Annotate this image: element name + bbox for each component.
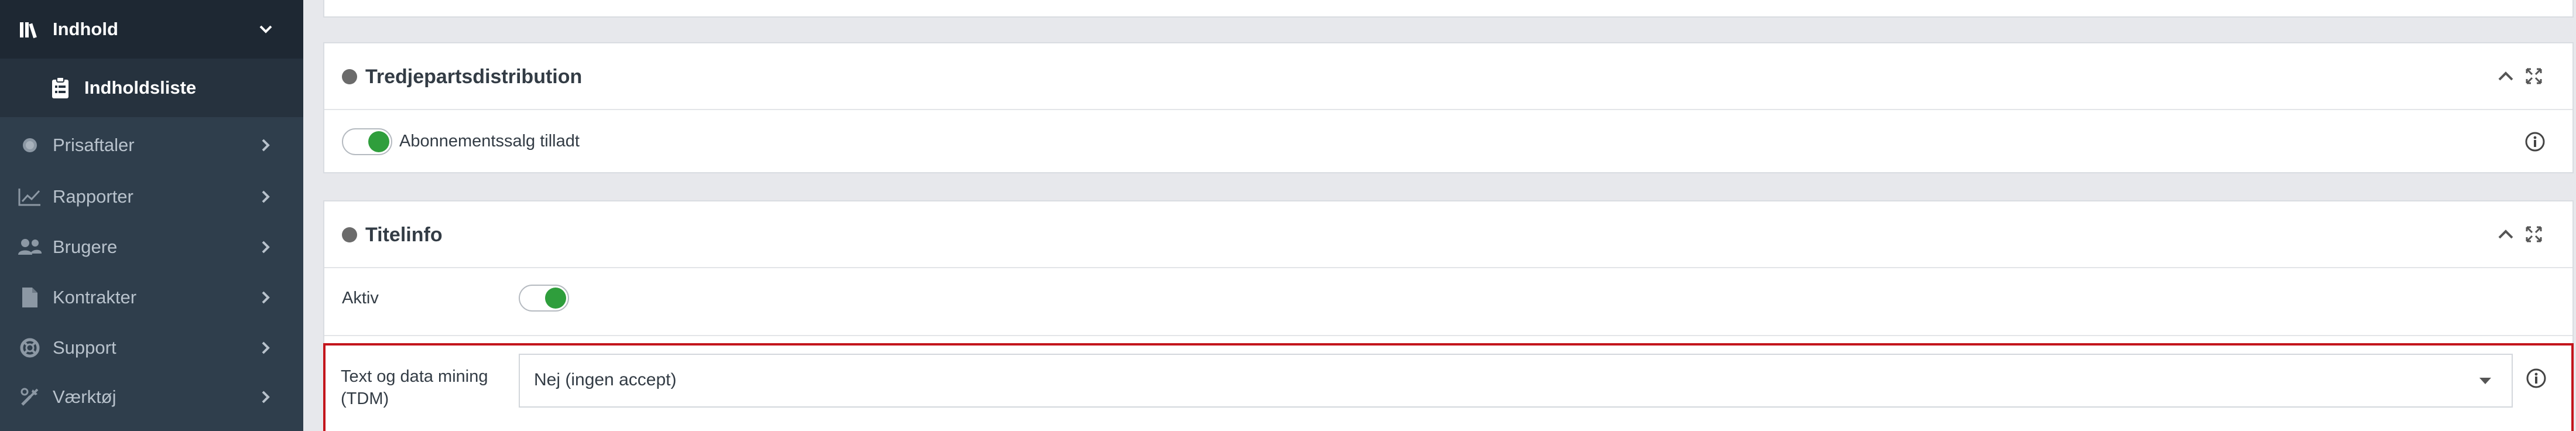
sidebar-item-rapporter[interactable]: Rapporter: [0, 169, 303, 225]
active-toggle[interactable]: [519, 285, 569, 312]
status-dot-icon: [342, 227, 357, 242]
line-chart-icon: [18, 184, 42, 209]
panel-header: Titelinfo: [324, 201, 2572, 268]
subscription-label: Abonnementssalg tilladt: [399, 132, 580, 150]
chevron-right-icon: [258, 189, 274, 205]
sidebar-item-indhold[interactable]: Indhold: [0, 0, 303, 59]
lifebuoy-icon: [18, 336, 42, 360]
sidebar-item-label: Brugere: [53, 237, 118, 257]
sidebar-item-prisaftaler[interactable]: Prisaftaler: [0, 117, 303, 173]
sidebar-item-label: Support: [53, 337, 117, 358]
sidebar-item-vaerktoej[interactable]: Værktøj: [0, 369, 303, 425]
info-icon[interactable]: [2524, 367, 2548, 390]
third-party-panel: Tredjepartsdistribution Abonnementssalg …: [323, 42, 2574, 173]
chevron-right-icon: [258, 340, 274, 356]
file-icon: [18, 285, 42, 310]
info-icon[interactable]: [2523, 130, 2547, 153]
tdm-select[interactable]: Nej (ingen accept): [519, 354, 2513, 408]
expand-icon[interactable]: [2522, 223, 2546, 246]
sidebar-item-support[interactable]: Support: [0, 320, 303, 376]
coins-icon: [18, 133, 42, 158]
previous-panel: [323, 0, 2574, 18]
divider: [324, 335, 2572, 336]
sidebar: Indhold Indholdsliste Prisaftaler Rappor…: [0, 0, 303, 431]
sidebar-item-brugere[interactable]: Brugere: [0, 219, 303, 275]
panel-title: Tredjepartsdistribution: [365, 66, 583, 88]
chevron-right-icon: [258, 289, 274, 306]
chevron-right-icon: [258, 137, 274, 153]
chevron-right-icon: [258, 239, 274, 255]
sidebar-item-label: Kontrakter: [53, 287, 137, 307]
chevron-down-icon: [258, 21, 274, 37]
subscription-toggle[interactable]: [342, 128, 392, 155]
tdm-row: Text og data mining (TDM) Nej (ingen acc…: [323, 343, 2574, 431]
tools-icon: [18, 385, 42, 409]
users-icon: [18, 235, 42, 259]
sidebar-item-label: Rapporter: [53, 186, 133, 207]
sidebar-item-label: Prisaftaler: [53, 135, 135, 155]
panel-header: Tredjepartsdistribution: [324, 43, 2572, 110]
toggle-knob: [545, 288, 566, 309]
sidebar-item-indholdsliste[interactable]: Indholdsliste: [0, 59, 303, 117]
toggle-knob: [368, 131, 389, 152]
active-label: Aktiv: [342, 289, 379, 307]
chevron-up-icon[interactable]: [2494, 64, 2517, 88]
sidebar-item-label: Indhold: [53, 19, 118, 39]
tdm-label: Text og data mining (TDM): [341, 367, 488, 408]
caret-down-icon: [2476, 372, 2494, 390]
status-dot-icon: [342, 69, 357, 84]
chevron-right-icon: [258, 389, 274, 405]
sidebar-item-kontrakter[interactable]: Kontrakter: [0, 269, 303, 326]
tdm-select-value: Nej (ingen accept): [534, 370, 677, 389]
clipboard-list-icon: [48, 76, 73, 100]
sidebar-item-label: Værktøj: [53, 386, 117, 407]
expand-icon[interactable]: [2522, 64, 2546, 88]
library-icon: [18, 17, 42, 42]
chevron-up-icon[interactable]: [2494, 223, 2517, 246]
sidebar-item-label: Indholdsliste: [84, 77, 197, 98]
panel-title: Titelinfo: [365, 224, 443, 246]
